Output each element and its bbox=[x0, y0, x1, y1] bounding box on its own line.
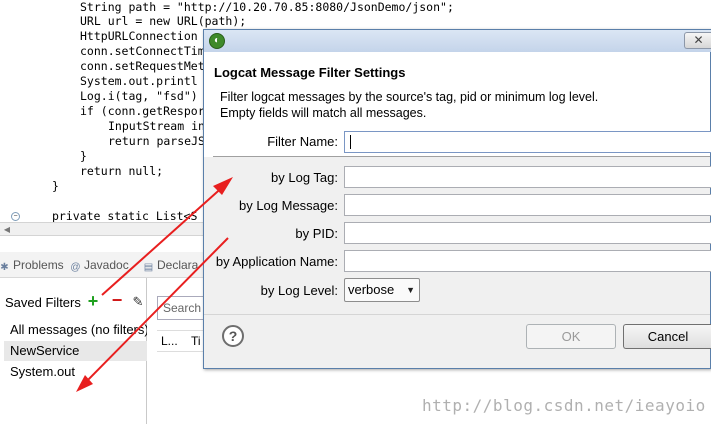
dialog-description: Filter logcat messages by the source's t… bbox=[220, 90, 599, 104]
filter-list-item[interactable]: NewService bbox=[4, 341, 147, 361]
declaration-icon: ▤ bbox=[143, 262, 154, 273]
help-icon[interactable]: ? bbox=[222, 325, 244, 347]
filter-list-item[interactable]: System.out bbox=[4, 362, 147, 382]
column-level-header[interactable]: L... bbox=[161, 334, 178, 348]
add-filter-icon[interactable]: + bbox=[86, 292, 100, 310]
logcat-filter-dialog: ◐ ✕ Logcat Message Filter Settings Filte… bbox=[203, 29, 711, 369]
tab-declaration[interactable]: ▤ Declara bbox=[143, 258, 199, 273]
code-line[interactable]: URL url = new URL(path); bbox=[80, 14, 246, 29]
dropdown-arrow-icon: ▼ bbox=[406, 285, 415, 295]
filter-name-label: Filter Name: bbox=[267, 134, 338, 149]
code-line[interactable]: HttpURLConnection bbox=[80, 29, 198, 44]
log-message-label: by Log Message: bbox=[238, 198, 338, 213]
tab-problems-label: Problems bbox=[13, 258, 64, 272]
saved-filters-panel: Saved Filters + − ✎ All messages (no fil… bbox=[0, 278, 147, 424]
footer-divider bbox=[204, 314, 710, 315]
filter-list-item[interactable]: All messages (no filters) bbox=[4, 320, 147, 340]
tab-javadoc-label: Javadoc bbox=[84, 258, 129, 272]
code-line[interactable]: } bbox=[80, 149, 87, 164]
application-name-field[interactable] bbox=[344, 250, 711, 272]
code-line[interactable]: if (conn.getRespor bbox=[80, 104, 205, 119]
code-line[interactable]: InputStream in bbox=[108, 119, 205, 134]
edit-filter-icon[interactable]: ✎ bbox=[131, 294, 145, 309]
dialog-title: Logcat Message Filter Settings bbox=[214, 65, 406, 80]
scroll-left-icon[interactable]: ◀ bbox=[1, 224, 13, 235]
cancel-button[interactable]: Cancel bbox=[623, 324, 711, 349]
code-line[interactable]: } bbox=[52, 179, 59, 194]
code-line[interactable]: return null; bbox=[80, 164, 163, 179]
pid-label: by PID: bbox=[295, 226, 338, 241]
tab-declaration-label: Declara bbox=[157, 258, 199, 272]
text-caret bbox=[350, 135, 351, 149]
code-line[interactable]: conn.setRequestMet bbox=[80, 59, 205, 74]
header-divider bbox=[213, 156, 710, 157]
remove-filter-icon[interactable]: − bbox=[110, 291, 124, 309]
filter-name-field[interactable] bbox=[344, 131, 711, 153]
fold-toggle-icon[interactable]: − bbox=[11, 212, 20, 221]
problems-icon: ✱ bbox=[0, 262, 9, 273]
log-tag-label: by Log Tag: bbox=[271, 170, 338, 185]
tab-problems[interactable]: ✱ Problems bbox=[0, 258, 64, 273]
log-message-field[interactable] bbox=[344, 194, 711, 216]
watermark-text: http://blog.csdn.net/ieayoio bbox=[422, 396, 706, 415]
tab-javadoc[interactable]: @ Javadoc bbox=[70, 258, 129, 273]
close-button[interactable]: ✕ bbox=[684, 32, 711, 49]
code-line[interactable]: Log.i(tag, "fsd") bbox=[80, 89, 198, 104]
log-level-label: by Log Level: bbox=[260, 283, 338, 298]
code-line[interactable]: String path = "http://10.20.70.85:8080/J… bbox=[80, 0, 454, 15]
code-line[interactable]: System.out.printl bbox=[80, 74, 198, 89]
log-tag-field[interactable] bbox=[344, 166, 711, 188]
dialog-description: Empty fields will match all messages. bbox=[220, 106, 427, 120]
pid-field[interactable] bbox=[344, 222, 711, 244]
saved-filters-title: Saved Filters bbox=[5, 295, 81, 310]
javadoc-icon: @ bbox=[70, 262, 81, 273]
log-level-value: verbose bbox=[348, 282, 395, 297]
code-line[interactable]: return parseJS bbox=[108, 134, 205, 149]
column-time-header[interactable]: Ti bbox=[191, 334, 201, 348]
log-level-select[interactable]: verbose ▼ bbox=[344, 278, 420, 302]
code-line[interactable]: conn.setConnectTim bbox=[80, 44, 205, 59]
eclipse-app-icon: ◐ bbox=[209, 33, 225, 49]
dialog-titlebar[interactable]: ◐ ✕ bbox=[204, 30, 711, 52]
ok-button[interactable]: OK bbox=[526, 324, 616, 349]
application-name-label: by Application Name: bbox=[215, 254, 338, 269]
